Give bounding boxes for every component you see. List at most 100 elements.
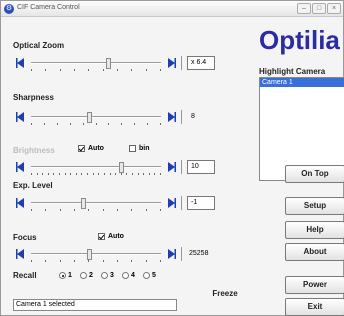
sharpness-slider-track[interactable] bbox=[31, 116, 161, 118]
tick-mark bbox=[134, 123, 136, 125]
freeze-button[interactable]: Freeze bbox=[205, 285, 245, 303]
brightness-label: Brightness bbox=[13, 146, 55, 155]
recall-radio-3[interactable]: 3 bbox=[101, 272, 114, 279]
exp-increase-arrow-icon[interactable] bbox=[165, 197, 177, 209]
tick-mark bbox=[117, 209, 118, 211]
tick-mark bbox=[53, 173, 55, 175]
help-button[interactable]: Help bbox=[285, 221, 344, 239]
focus-increase-arrow-icon[interactable] bbox=[165, 248, 177, 260]
brightness-bin-label: bin bbox=[139, 145, 150, 152]
sharpness-decrease-arrow-icon[interactable] bbox=[15, 111, 27, 123]
camera-control-window: ⚙ CIF Camera Control – □ × Optical Zoom … bbox=[0, 0, 344, 316]
tick-mark bbox=[131, 260, 133, 262]
focus-auto-label: Auto bbox=[108, 233, 124, 240]
exp-slider-thumb[interactable] bbox=[81, 198, 86, 209]
recall-radio-label: 2 bbox=[89, 272, 93, 279]
tick-mark bbox=[56, 123, 58, 125]
tick-mark bbox=[131, 173, 133, 175]
focus-slider-track[interactable] bbox=[31, 253, 161, 255]
sharpness-separator bbox=[181, 110, 182, 124]
focus-slider-thumb[interactable] bbox=[87, 249, 93, 260]
power-button[interactable]: Power bbox=[285, 276, 344, 294]
tick-mark bbox=[45, 260, 47, 262]
exp-decrease-arrow-icon[interactable] bbox=[15, 197, 27, 209]
tick-mark bbox=[59, 69, 61, 71]
tick-mark bbox=[103, 173, 105, 175]
zoom-separator bbox=[181, 56, 182, 70]
title-bar: ⚙ CIF Camera Control – □ × bbox=[1, 1, 343, 17]
tick-mark bbox=[31, 123, 32, 125]
tick-mark bbox=[102, 209, 104, 211]
tick-mark bbox=[126, 173, 128, 175]
recall-radio-5[interactable]: 5 bbox=[143, 272, 156, 279]
tick-mark bbox=[31, 260, 32, 262]
brightness-separator bbox=[181, 160, 182, 174]
exp-level-label: Exp. Level bbox=[13, 181, 53, 190]
exp-level-value: -1 bbox=[187, 196, 215, 210]
recall-radio-2[interactable]: 2 bbox=[80, 272, 93, 279]
close-button[interactable]: × bbox=[327, 3, 341, 14]
tick-mark bbox=[148, 173, 150, 175]
recall-radio-1[interactable]: 1 bbox=[59, 272, 72, 279]
tick-mark bbox=[145, 260, 147, 262]
brightness-slider-track[interactable] bbox=[31, 166, 161, 168]
recall-radio-label: 5 bbox=[152, 272, 156, 279]
radio-dot-icon bbox=[101, 272, 108, 279]
tick-mark bbox=[59, 209, 61, 211]
zoom-label: Optical Zoom bbox=[13, 41, 65, 50]
radio-dot-icon bbox=[122, 272, 129, 279]
about-button[interactable]: About bbox=[285, 243, 344, 261]
recall-radio-4[interactable]: 4 bbox=[122, 272, 135, 279]
recall-radio-label: 3 bbox=[110, 272, 114, 279]
tick-mark bbox=[45, 69, 47, 71]
camera-list-item[interactable]: Camera 1 bbox=[260, 78, 344, 87]
focus-auto-checkbox[interactable]: Auto bbox=[98, 233, 124, 240]
zoom-decrease-arrow-icon[interactable] bbox=[15, 57, 27, 69]
focus-value: 25258 bbox=[189, 250, 209, 257]
tick-mark bbox=[102, 69, 104, 71]
maximize-button[interactable]: □ bbox=[312, 3, 326, 14]
exp-slider-track[interactable] bbox=[31, 202, 161, 204]
focus-decrease-arrow-icon[interactable] bbox=[15, 248, 27, 260]
highlight-camera-heading: Highlight Camera bbox=[259, 67, 326, 76]
tick-mark bbox=[102, 260, 104, 262]
radio-dot-icon bbox=[59, 272, 66, 279]
on-top-button[interactable]: On Top bbox=[285, 165, 344, 183]
tick-mark bbox=[131, 69, 133, 71]
brightness-increase-arrow-icon[interactable] bbox=[165, 161, 177, 173]
brightness-slider-thumb[interactable] bbox=[118, 162, 124, 173]
brightness-auto-checkbox[interactable]: Auto bbox=[78, 145, 104, 152]
tick-mark bbox=[147, 123, 149, 125]
tick-mark bbox=[59, 173, 61, 175]
zoom-increase-arrow-icon[interactable] bbox=[165, 57, 177, 69]
zoom-slider-ticks bbox=[31, 69, 161, 72]
zoom-slider-thumb[interactable] bbox=[106, 58, 111, 69]
exit-button[interactable]: Exit bbox=[285, 298, 344, 316]
tick-mark bbox=[131, 209, 133, 211]
tick-mark bbox=[137, 173, 139, 175]
tick-mark bbox=[143, 173, 145, 175]
tick-mark bbox=[115, 173, 117, 175]
focus-auto-box bbox=[98, 233, 105, 240]
tick-mark bbox=[87, 173, 89, 175]
tick-mark bbox=[74, 69, 75, 71]
zoom-slider-track[interactable] bbox=[31, 62, 161, 64]
minimize-button[interactable]: – bbox=[297, 3, 311, 14]
brightness-bin-checkbox[interactable]: bin bbox=[129, 145, 150, 152]
tick-mark bbox=[145, 69, 147, 71]
tick-mark bbox=[88, 260, 90, 262]
brightness-decrease-arrow-icon[interactable] bbox=[15, 161, 27, 173]
tick-mark bbox=[82, 123, 84, 125]
sharpness-increase-arrow-icon[interactable] bbox=[165, 111, 177, 123]
tick-mark bbox=[121, 123, 123, 125]
tick-mark bbox=[43, 123, 45, 125]
exp-slider-ticks bbox=[31, 209, 161, 212]
tick-mark bbox=[88, 209, 90, 211]
tick-mark bbox=[109, 173, 111, 175]
sharpness-slider-thumb[interactable] bbox=[87, 112, 93, 123]
tick-mark bbox=[31, 69, 32, 71]
setup-button[interactable]: Setup bbox=[285, 197, 344, 215]
radio-dot-icon bbox=[80, 272, 87, 279]
tick-mark bbox=[117, 69, 118, 71]
brightness-bin-box bbox=[129, 145, 136, 152]
